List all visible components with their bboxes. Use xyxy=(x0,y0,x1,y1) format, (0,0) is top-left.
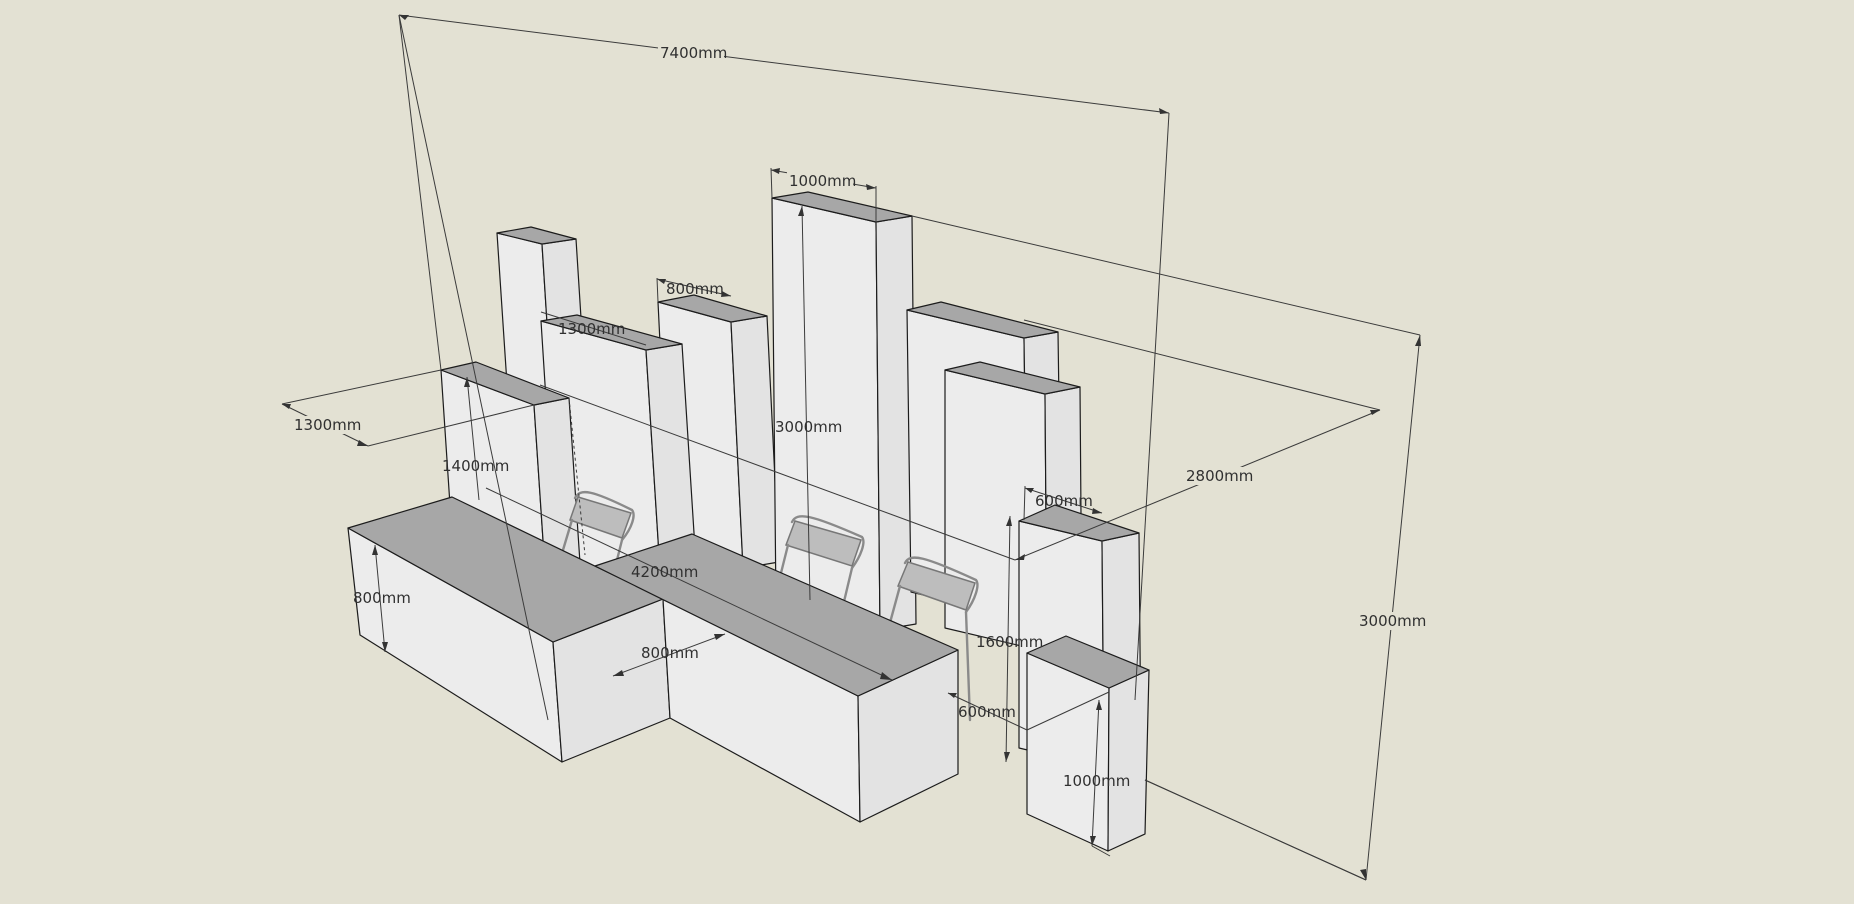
label-600-column: 600mm xyxy=(1035,492,1093,510)
label-1300-rear: 1300mm xyxy=(558,320,625,338)
label-1000-block: 1000mm xyxy=(1063,772,1130,790)
label-2800: 2800mm xyxy=(1186,467,1253,485)
label-1000-top: 1000mm xyxy=(789,172,856,190)
label-1400: 1400mm xyxy=(442,457,509,475)
label-4200: 4200mm xyxy=(631,563,698,581)
model-viewport[interactable]: 7400mm 3000mm 2800mm 1300mm 1300mm 800mm… xyxy=(0,0,1854,904)
label-3000-tall: 3000mm xyxy=(775,418,842,436)
label-800-depth: 800mm xyxy=(641,644,699,662)
tall-tower-1000[interactable] xyxy=(771,191,917,631)
label-1300-left: 1300mm xyxy=(294,416,361,434)
label-1600: 1600mm xyxy=(976,633,1043,651)
label-7400: 7400mm xyxy=(660,44,727,62)
label-800-height: 800mm xyxy=(353,589,411,607)
small-block-1000[interactable] xyxy=(1026,635,1150,852)
label-800-tower: 800mm xyxy=(666,280,724,298)
label-3000-overall: 3000mm xyxy=(1359,612,1426,630)
label-600-block: 600mm xyxy=(958,703,1016,721)
